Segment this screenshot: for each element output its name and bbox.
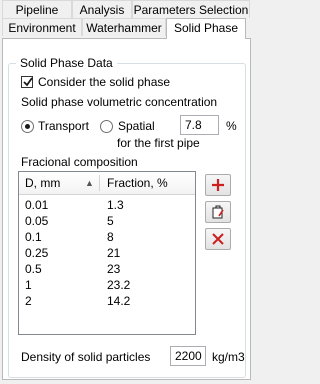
- edit-row-button[interactable]: [205, 201, 231, 223]
- cell-diameter: 0.1: [25, 230, 42, 244]
- tab-label: Solid Phase: [173, 21, 239, 35]
- cell-fraction: 1.3: [107, 198, 124, 212]
- radio-selected-dot: [25, 124, 30, 129]
- cell-fraction: 21: [107, 246, 121, 260]
- checkmark-icon: [23, 77, 33, 87]
- radio-transport-label: Transport: [38, 119, 89, 133]
- tab-solid-phase[interactable]: Solid Phase: [166, 18, 246, 39]
- table-header: D, mm ▲ Fraction, %: [19, 172, 195, 195]
- tab-label: Pipeline: [15, 3, 59, 17]
- radio-spatial-label: Spatial: [118, 119, 155, 133]
- header-divider: [99, 175, 100, 191]
- tab-waterhammer[interactable]: Waterhammer: [82, 18, 166, 36]
- cell-fraction: 5: [107, 214, 114, 228]
- tab-parameters-selection[interactable]: Parameters Selection: [132, 0, 250, 18]
- density-label: Density of solid particles: [21, 350, 151, 364]
- tab-environment[interactable]: Environment: [2, 18, 82, 36]
- fraction-table[interactable]: D, mm ▲ Fraction, % 0.01 1.3 0.05 5 0.1 8 0…: [18, 171, 196, 335]
- edit-icon: [212, 205, 224, 219]
- tab-label: Analysis: [79, 3, 125, 17]
- consider-solid-checkbox[interactable]: [21, 76, 33, 88]
- consider-solid-label: Consider the solid phase: [38, 75, 171, 89]
- tab-pipeline[interactable]: Pipeline: [2, 0, 72, 18]
- radio-spatial[interactable]: [100, 120, 113, 133]
- table-row[interactable]: 0.5 23: [19, 262, 195, 277]
- tab-row-1: Pipeline Analysis Parameters Selection: [0, 0, 254, 18]
- cell-fraction: 8: [107, 230, 114, 244]
- cell-fraction: 14.2: [107, 294, 131, 308]
- concentration-unit: %: [226, 119, 237, 133]
- composition-label: Fracional composition: [21, 155, 138, 169]
- table-row[interactable]: 1 23.2: [19, 278, 195, 293]
- delete-icon: [212, 233, 224, 245]
- cell-diameter: 2: [25, 294, 32, 308]
- spatial-note: for the first pipe: [117, 136, 200, 150]
- density-input[interactable]: 2200: [170, 346, 206, 366]
- cell-fraction: 23: [107, 262, 121, 276]
- add-row-button[interactable]: [205, 174, 231, 196]
- cell-diameter: 0.25: [25, 246, 49, 260]
- cell-diameter: 0.01: [25, 198, 49, 212]
- table-row[interactable]: 0.01 1.3: [19, 198, 195, 213]
- concentration-label: Solid phase volumetric concentration: [21, 95, 218, 109]
- delete-row-button[interactable]: [205, 228, 231, 250]
- tab-label: Environment: [8, 21, 76, 35]
- tab-analysis[interactable]: Analysis: [72, 0, 132, 18]
- radio-transport[interactable]: [21, 120, 34, 133]
- table-row[interactable]: 2 14.2: [19, 294, 195, 309]
- concentration-input[interactable]: 7.8: [180, 115, 219, 135]
- tab-label: Waterhammer: [86, 21, 162, 35]
- table-row[interactable]: 0.1 8: [19, 230, 195, 245]
- sort-ascending-icon: ▲: [85, 178, 94, 188]
- density-unit: kg/m3: [212, 350, 245, 364]
- cell-diameter: 1: [25, 278, 32, 292]
- column-header-diameter[interactable]: D, mm: [25, 172, 60, 194]
- add-icon: [212, 179, 224, 191]
- cell-diameter: 0.05: [25, 214, 49, 228]
- tab-row-2: Environment Waterhammer Solid Phase: [0, 18, 254, 39]
- cell-diameter: 0.5: [25, 262, 42, 276]
- table-row[interactable]: 0.25 21: [19, 246, 195, 261]
- column-header-fraction[interactable]: Fraction, %: [107, 172, 168, 194]
- tab-label: Parameters Selection: [133, 3, 249, 17]
- cell-fraction: 23.2: [107, 278, 131, 292]
- group-title: Solid Phase Data: [16, 56, 117, 70]
- table-row[interactable]: 0.05 5: [19, 214, 195, 229]
